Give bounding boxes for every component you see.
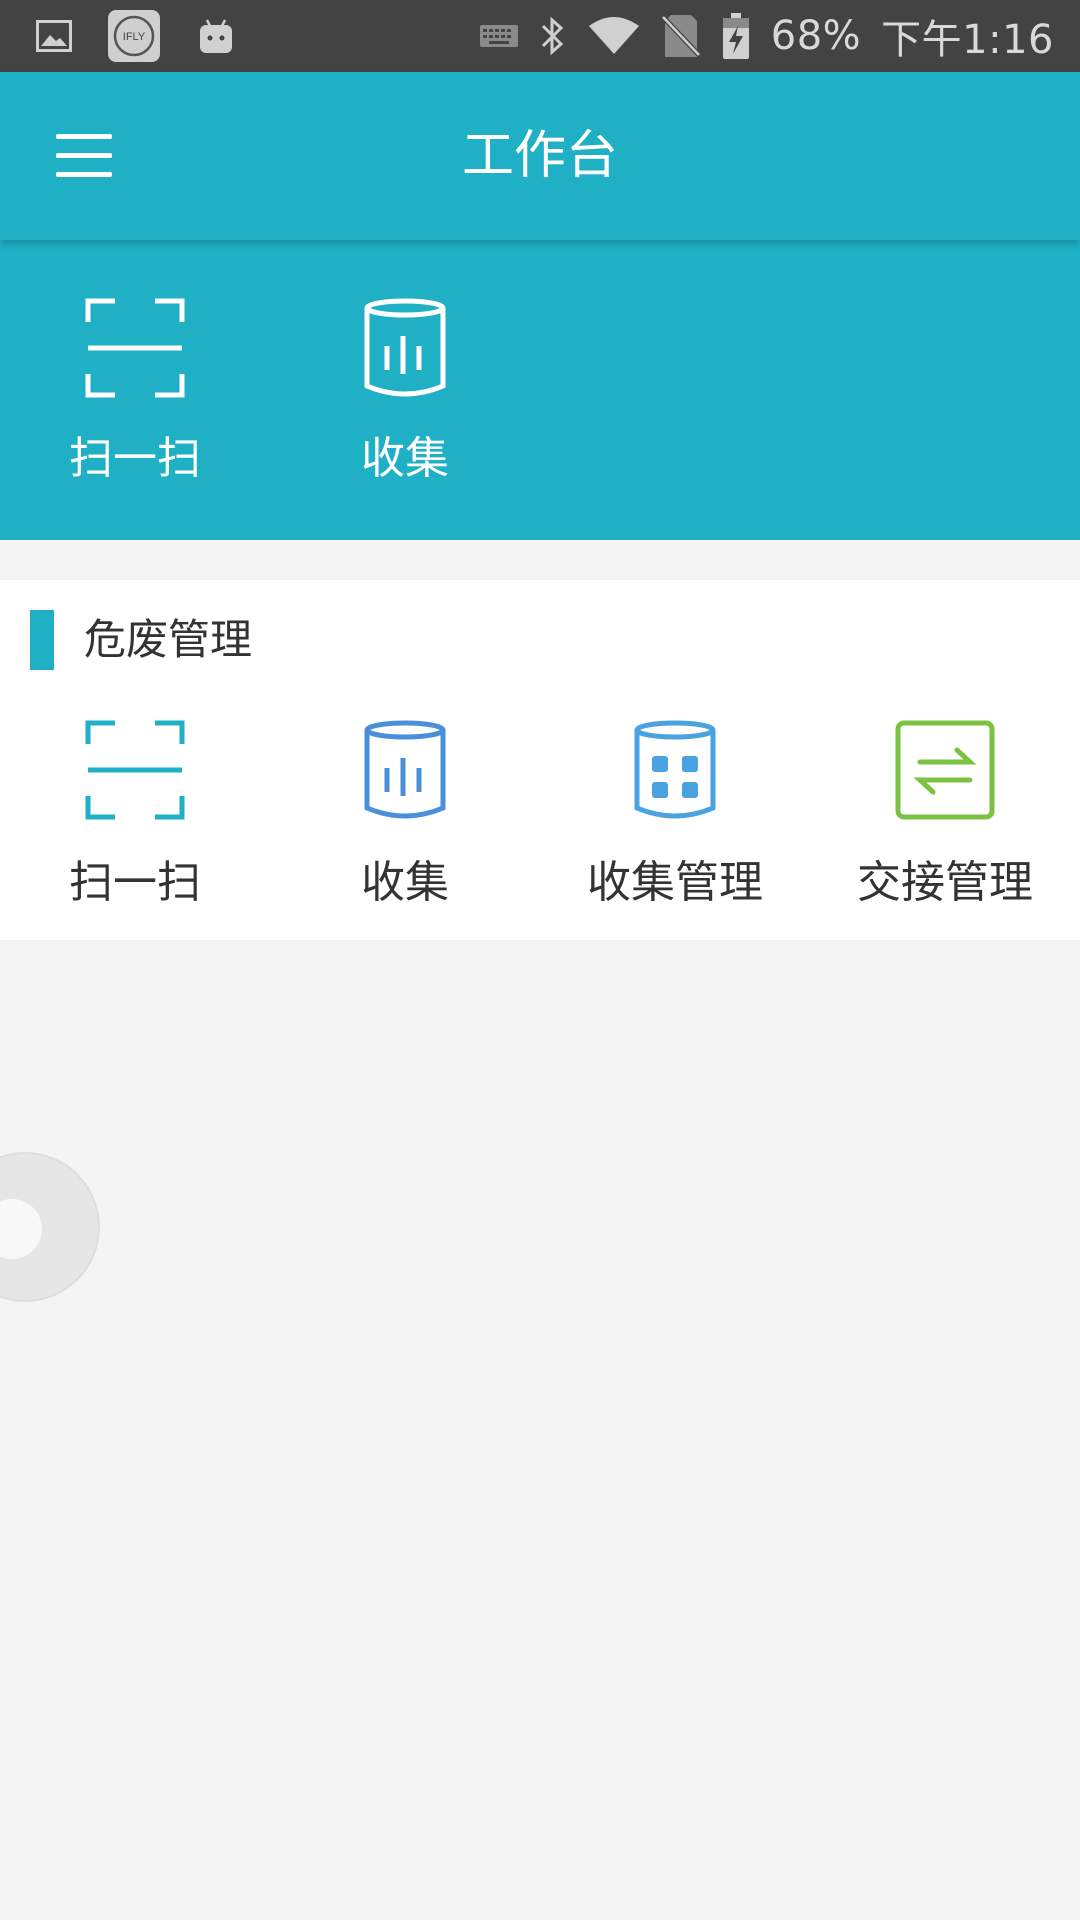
collect-manage-icon: [634, 720, 716, 819]
scan-button[interactable]: 扫一扫: [0, 720, 270, 920]
header-collect-button[interactable]: 收集: [270, 240, 540, 540]
header-scan-button[interactable]: 扫一扫: [0, 240, 270, 540]
collect-manage-button[interactable]: 收集管理: [540, 720, 810, 920]
collect-button[interactable]: 收集: [270, 720, 540, 920]
section-accent-bar: [30, 610, 54, 670]
header-collect-label: 收集: [361, 433, 449, 484]
clock: 下午1:16: [881, 17, 1054, 63]
floating-ball-center: [0, 1199, 42, 1259]
svg-text:IFLY: IFLY: [123, 31, 146, 43]
floating-assistive-ball[interactable]: [0, 1152, 100, 1302]
battery-charging-icon: [721, 12, 751, 60]
ifly-icon: IFLY: [108, 10, 160, 62]
hazardous-waste-section: 危废管理 扫一扫 收集 收集管理 交接管理: [0, 580, 1080, 940]
app-bar: 工作台: [0, 72, 1080, 240]
scan-icon: [85, 298, 185, 398]
collect-icon: [364, 298, 446, 397]
scan-icon: [85, 720, 185, 820]
transfer-manage-button[interactable]: 交接管理: [810, 720, 1080, 920]
section-title: 危废管理: [84, 615, 253, 664]
wifi-icon: [587, 16, 641, 56]
scan-label: 扫一扫: [69, 857, 201, 908]
page-title: 工作台: [461, 126, 618, 186]
transfer-manage-label: 交接管理: [857, 857, 1033, 908]
collect-manage-label: 收集管理: [587, 857, 763, 908]
header-shortcuts: 扫一扫 收集: [0, 240, 1080, 540]
status-bar: IFLY 68% 下午1:16: [0, 0, 1080, 72]
bluetooth-icon: [539, 14, 567, 58]
no-sim-icon: [660, 13, 701, 59]
collect-icon: [364, 720, 446, 819]
header-scan-label: 扫一扫: [69, 433, 201, 484]
keyboard-icon: [479, 24, 519, 48]
collect-label: 收集: [361, 857, 449, 908]
battery-percent: 68%: [770, 13, 862, 59]
transfer-icon: [895, 720, 995, 820]
android-icon: [196, 16, 236, 56]
image-icon: [36, 20, 72, 52]
